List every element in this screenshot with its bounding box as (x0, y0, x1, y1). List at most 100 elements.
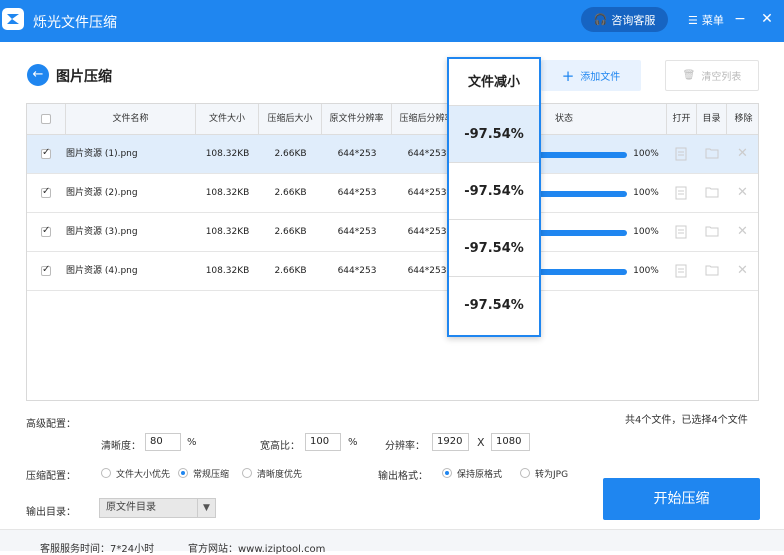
close-button[interactable]: ✕ (760, 10, 774, 28)
open-file-icon[interactable] (675, 147, 689, 161)
dropdown-arrow-icon[interactable]: ▼ (197, 499, 215, 517)
app-logo (2, 8, 24, 30)
aspect-label: 宽高比： (260, 441, 300, 452)
compress-config-label: 压缩配置： (26, 471, 76, 482)
reduction-value: -97.54% (449, 220, 539, 277)
hamburger-icon: ☰ (688, 13, 698, 27)
header-size: 文件大小 (196, 104, 259, 135)
start-compress-button[interactable]: 开始压缩 (603, 478, 760, 520)
option-to-jpg[interactable]: 转为JPG (535, 467, 568, 480)
radio-to-jpg[interactable] (520, 468, 530, 478)
app-title: 烁光文件压缩 (33, 15, 117, 31)
row-checkbox[interactable] (41, 225, 51, 237)
add-file-label: 添加文件 (580, 72, 621, 83)
consult-service-button[interactable]: 🎧 咨询客服 (581, 7, 668, 32)
select-all-checkbox[interactable] (41, 114, 51, 124)
folder-icon[interactable] (705, 264, 719, 278)
resolution-width-input[interactable]: 1920 (432, 433, 469, 451)
clear-list-label: 清空列表 (701, 72, 742, 83)
table-row[interactable]: 图片资源 (4).png 108.32KB 2.66KB 644*253 644… (27, 252, 758, 291)
orig-resolution: 644*253 (337, 227, 377, 237)
table-row[interactable]: 图片资源 (2).png 108.32KB 2.66KB 644*253 644… (27, 174, 758, 213)
folder-icon[interactable] (705, 186, 719, 200)
clear-list-button[interactable]: 🗑 清空列表 (665, 60, 759, 91)
radio-clarity-priority[interactable] (242, 468, 252, 478)
row-checkbox[interactable] (41, 186, 51, 198)
remove-icon[interactable]: ✕ (737, 186, 751, 200)
table-row[interactable]: 图片资源 (1).png 108.32KB 2.66KB 644*253 644… (27, 135, 758, 174)
header-orig-res: 原文件分辨率 (322, 104, 392, 135)
file-table: 文件名称 文件大小 压缩后大小 原文件分辨率 压缩后分辨率 状态 打开 目录 移… (26, 103, 759, 401)
headset-icon: 🎧 (593, 13, 608, 26)
orig-resolution: 644*253 (337, 149, 377, 159)
compressed-size: 2.66KB (274, 188, 307, 198)
output-dir-value: 原文件目录 (106, 502, 156, 513)
progress-text: 100% (633, 149, 659, 159)
header-dir: 目录 (697, 104, 727, 135)
clarity-input[interactable]: 80 (145, 433, 181, 451)
output-dir-label: 输出目录： (26, 507, 76, 518)
radio-normal-compress[interactable] (178, 468, 188, 478)
file-name: 图片资源 (4).png (66, 266, 138, 276)
minimize-button[interactable]: − (733, 10, 747, 28)
header-name: 文件名称 (66, 104, 196, 135)
file-size: 108.32KB (205, 149, 250, 159)
file-size: 108.32KB (205, 266, 250, 276)
table-header: 文件名称 文件大小 压缩后大小 原文件分辨率 压缩后分辨率 状态 打开 目录 移… (27, 104, 758, 135)
folder-icon[interactable] (705, 147, 719, 161)
reduction-value: -97.54% (449, 106, 539, 163)
advanced-config-label: 高级配置： (26, 419, 76, 430)
remove-icon[interactable]: ✕ (737, 225, 751, 239)
resolution-x: X (477, 436, 485, 449)
progress-bar (527, 269, 627, 275)
output-format-label: 输出格式： (378, 471, 428, 482)
folder-icon[interactable] (705, 225, 719, 239)
radio-keep-format[interactable] (442, 468, 452, 478)
progress-bar (527, 152, 627, 158)
compressed-size: 2.66KB (274, 266, 307, 276)
website-link[interactable]: 官方网站：www.iziptool.com (188, 540, 325, 555)
file-summary: 共4个文件，已选择4个文件 (625, 415, 748, 426)
file-size: 108.32KB (205, 227, 250, 237)
output-dir-select[interactable]: 原文件目录 ▼ (99, 498, 216, 518)
footer: 客服服务时间：7*24小时 官方网站：www.iziptool.com (0, 529, 784, 555)
remove-icon[interactable]: ✕ (737, 147, 751, 161)
reduction-value: -97.54% (449, 163, 539, 220)
orig-resolution: 644*253 (337, 266, 377, 276)
option-clarity-priority[interactable]: 清晰度优先 (257, 467, 302, 480)
progress-text: 100% (633, 227, 659, 237)
remove-icon[interactable]: ✕ (737, 264, 751, 278)
aspect-unit: % (348, 437, 358, 448)
menu-button[interactable]: ☰ 菜单 (688, 12, 724, 28)
plus-icon: + (561, 66, 575, 85)
popup-header: 文件减小 (449, 59, 539, 106)
aspect-input[interactable]: 100 (305, 433, 341, 451)
table-row[interactable]: 图片资源 (3).png 108.32KB 2.66KB 644*253 644… (27, 213, 758, 252)
add-file-button[interactable]: + 添加文件 (541, 60, 641, 91)
progress-bar (527, 191, 627, 197)
trash-icon: 🗑 (682, 70, 696, 81)
consult-label: 咨询客服 (611, 13, 656, 27)
file-name: 图片资源 (2).png (66, 188, 138, 198)
resolution-height-input[interactable]: 1080 (491, 433, 530, 451)
back-button[interactable]: ← (27, 64, 49, 86)
reduction-value: -97.54% (464, 298, 524, 313)
clarity-unit: % (187, 437, 197, 448)
open-file-icon[interactable] (675, 225, 689, 239)
radio-size-priority[interactable] (101, 468, 111, 478)
row-checkbox[interactable] (41, 147, 51, 159)
option-size-priority[interactable]: 文件大小优先 (116, 467, 170, 480)
row-checkbox[interactable] (41, 264, 51, 276)
orig-resolution: 644*253 (337, 188, 377, 198)
file-reduction-popup: 文件减小 -97.54% -97.54% -97.54% -97.54% (447, 57, 541, 337)
option-keep-format[interactable]: 保持原格式 (457, 467, 502, 480)
service-time: 客服服务时间：7*24小时 (40, 544, 155, 555)
resolution-label: 分辨率： (385, 441, 425, 452)
open-file-icon[interactable] (675, 264, 689, 278)
progress-bar (527, 230, 627, 236)
open-file-icon[interactable] (675, 186, 689, 200)
option-normal-compress[interactable]: 常规压缩 (193, 467, 229, 480)
header-compressed-size: 压缩后大小 (259, 104, 322, 135)
header-remove: 移除 (734, 114, 753, 124)
file-size: 108.32KB (205, 188, 250, 198)
